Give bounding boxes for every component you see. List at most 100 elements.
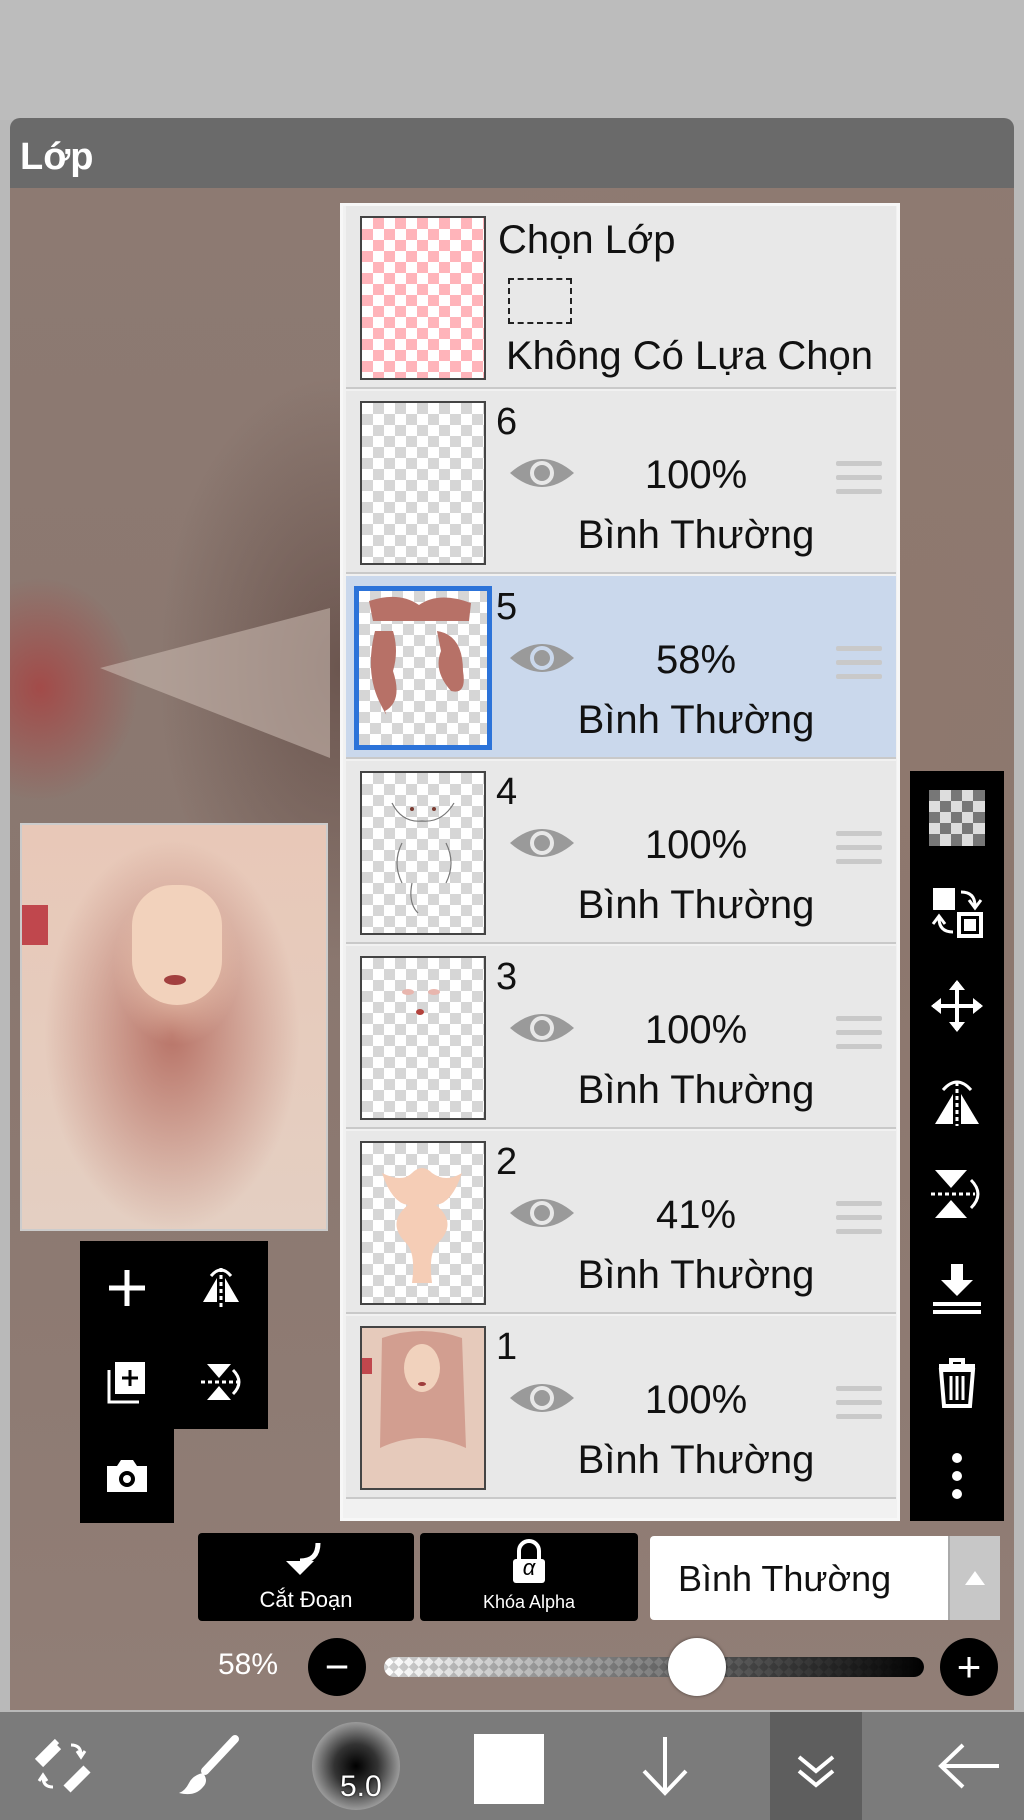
layer-blend-mode: Bình Thường (577, 1438, 815, 1482)
layer-thumbnail-art (402, 989, 440, 1015)
canvas-artwork (100, 608, 330, 758)
blend-mode-value: Bình Thường (678, 1558, 892, 1599)
minus-icon: − (324, 1643, 350, 1690)
selection-marquee-icon (508, 278, 572, 324)
chevron-up-icon[interactable] (948, 1536, 1000, 1620)
opacity-decrease-button[interactable]: − (308, 1638, 366, 1696)
camera-icon (107, 1460, 147, 1492)
layer-row[interactable]: 4 100% Bình Thường (346, 761, 896, 944)
layer-opacity: 100% (644, 1378, 748, 1422)
drag-handle-icon[interactable] (836, 831, 882, 865)
layer-blend-mode: Bình Thường (577, 883, 815, 927)
flip-vertical-button[interactable] (174, 1335, 268, 1429)
opacity-value: 58% (218, 1648, 279, 1681)
drag-handle-icon[interactable] (836, 1016, 882, 1050)
opacity-slider[interactable] (384, 1657, 924, 1677)
eye-icon[interactable] (508, 1376, 576, 1420)
preview-detail (22, 905, 48, 945)
opacity-slider-thumb[interactable] (668, 1638, 727, 1696)
layer-thumbnail-art (362, 1331, 466, 1448)
drag-handle-icon[interactable] (836, 1386, 882, 1420)
layer-row[interactable]: 3 100% Bình Thường (346, 946, 896, 1129)
back-button[interactable] (920, 1712, 1020, 1820)
canvas-preview[interactable] (20, 823, 328, 1231)
flip-horizontal-layer-button[interactable] (910, 1053, 1004, 1147)
arrow-down-icon (642, 1737, 688, 1796)
layer-blend-mode: Bình Thường (577, 698, 815, 742)
flip-horizontal-icon (935, 1080, 979, 1126)
swap-layer-button[interactable] (910, 865, 1004, 959)
flip-horizontal-icon (203, 1268, 239, 1308)
eye-icon[interactable] (508, 1191, 576, 1235)
brush-icon (179, 1735, 239, 1795)
layer-thumbnail (360, 771, 486, 935)
left-toolbox (80, 1241, 268, 1523)
right-toolbar (910, 771, 1004, 1521)
selection-layer-thumbnail (360, 216, 486, 380)
arrow-left-icon (938, 1743, 999, 1789)
brush-eraser-swap-icon (34, 1738, 91, 1793)
layer-thumbnail (360, 1326, 486, 1490)
layer-opacity: 100% (644, 1008, 748, 1052)
plus-icon (109, 1270, 145, 1306)
transform-tool-button[interactable] (12, 1712, 112, 1820)
selection-layer-title: Chọn Lớp (498, 218, 676, 262)
move-layer-down-button[interactable] (615, 1712, 715, 1820)
layer-blend-mode: Bình Thường (577, 1068, 815, 1112)
flip-vertical-layer-button[interactable] (910, 1147, 1004, 1241)
alpha-lock-button[interactable]: α Khóa Alpha (420, 1533, 638, 1621)
clipping-button[interactable]: Cắt Đoạn (198, 1533, 414, 1621)
alpha-lock-label: Khóa Alpha (482, 1592, 576, 1612)
drag-handle-icon[interactable] (836, 461, 882, 495)
eye-icon[interactable] (508, 1006, 576, 1050)
color-swatch[interactable] (474, 1734, 544, 1804)
status-area (0, 0, 1024, 120)
camera-button[interactable] (80, 1429, 174, 1523)
layer-number: 6 (496, 401, 518, 443)
selection-status: Không Có Lựa Chọn (506, 334, 874, 378)
opacity-increase-button[interactable]: + (940, 1638, 998, 1696)
layer-blend-mode: Bình Thường (577, 1253, 815, 1297)
layer-row[interactable]: 1 100% Bình Thường (346, 1316, 896, 1499)
duplicate-layer-button[interactable] (80, 1335, 174, 1429)
layer-thumbnail (360, 401, 486, 565)
move-icon (931, 980, 983, 1032)
duplicate-icon (107, 1362, 145, 1404)
merge-down-icon (933, 1264, 981, 1314)
layer-opacity: 100% (644, 453, 748, 497)
layer-thumbnail (360, 1141, 486, 1305)
drag-handle-icon[interactable] (836, 1201, 882, 1235)
eye-icon[interactable] (508, 451, 576, 495)
eye-icon[interactable] (508, 636, 576, 680)
blend-mode-select[interactable]: Bình Thường (650, 1536, 1000, 1620)
move-button[interactable] (910, 959, 1004, 1053)
layer-opacity: 58% (655, 638, 737, 682)
layer-opacity: 100% (644, 823, 748, 867)
trash-icon (938, 1358, 976, 1408)
selection-layer-row[interactable]: Chọn Lớp Không Có Lựa Chọn (346, 206, 896, 389)
layer-row[interactable]: 2 41% Bình Thường (346, 1131, 896, 1314)
eye-icon[interactable] (508, 821, 576, 865)
layer-number: 4 (496, 771, 518, 813)
layer-panel-toggle-button[interactable] (770, 1712, 862, 1820)
delete-layer-button[interactable] (910, 1335, 1004, 1429)
layer-row[interactable]: 6 100% Bình Thường (346, 391, 896, 574)
flip-horizontal-button[interactable] (174, 1241, 268, 1335)
more-options-button[interactable] (910, 1429, 1004, 1523)
more-vertical-icon (952, 1453, 962, 1499)
layer-number: 2 (496, 1141, 518, 1183)
clipping-label: Cắt Đoạn (259, 1587, 353, 1612)
brush-size-value: 5.0 (340, 1770, 382, 1803)
layer-thumbnail (354, 586, 492, 750)
drag-handle-icon[interactable] (836, 646, 882, 680)
layer-thumbnail-art (369, 596, 471, 715)
transparent-layer-button[interactable] (910, 771, 1004, 865)
add-layer-button[interactable] (80, 1241, 174, 1335)
layer-row-selected[interactable]: 5 58% Bình Thường (346, 576, 896, 759)
merge-down-button[interactable] (910, 1241, 1004, 1335)
slider-gradient (384, 1657, 924, 1677)
layer-blend-mode: Bình Thường (577, 513, 815, 557)
layer-number: 3 (496, 956, 518, 998)
panel-title: Lớp (20, 136, 94, 178)
brush-tool-button[interactable] (160, 1712, 260, 1820)
